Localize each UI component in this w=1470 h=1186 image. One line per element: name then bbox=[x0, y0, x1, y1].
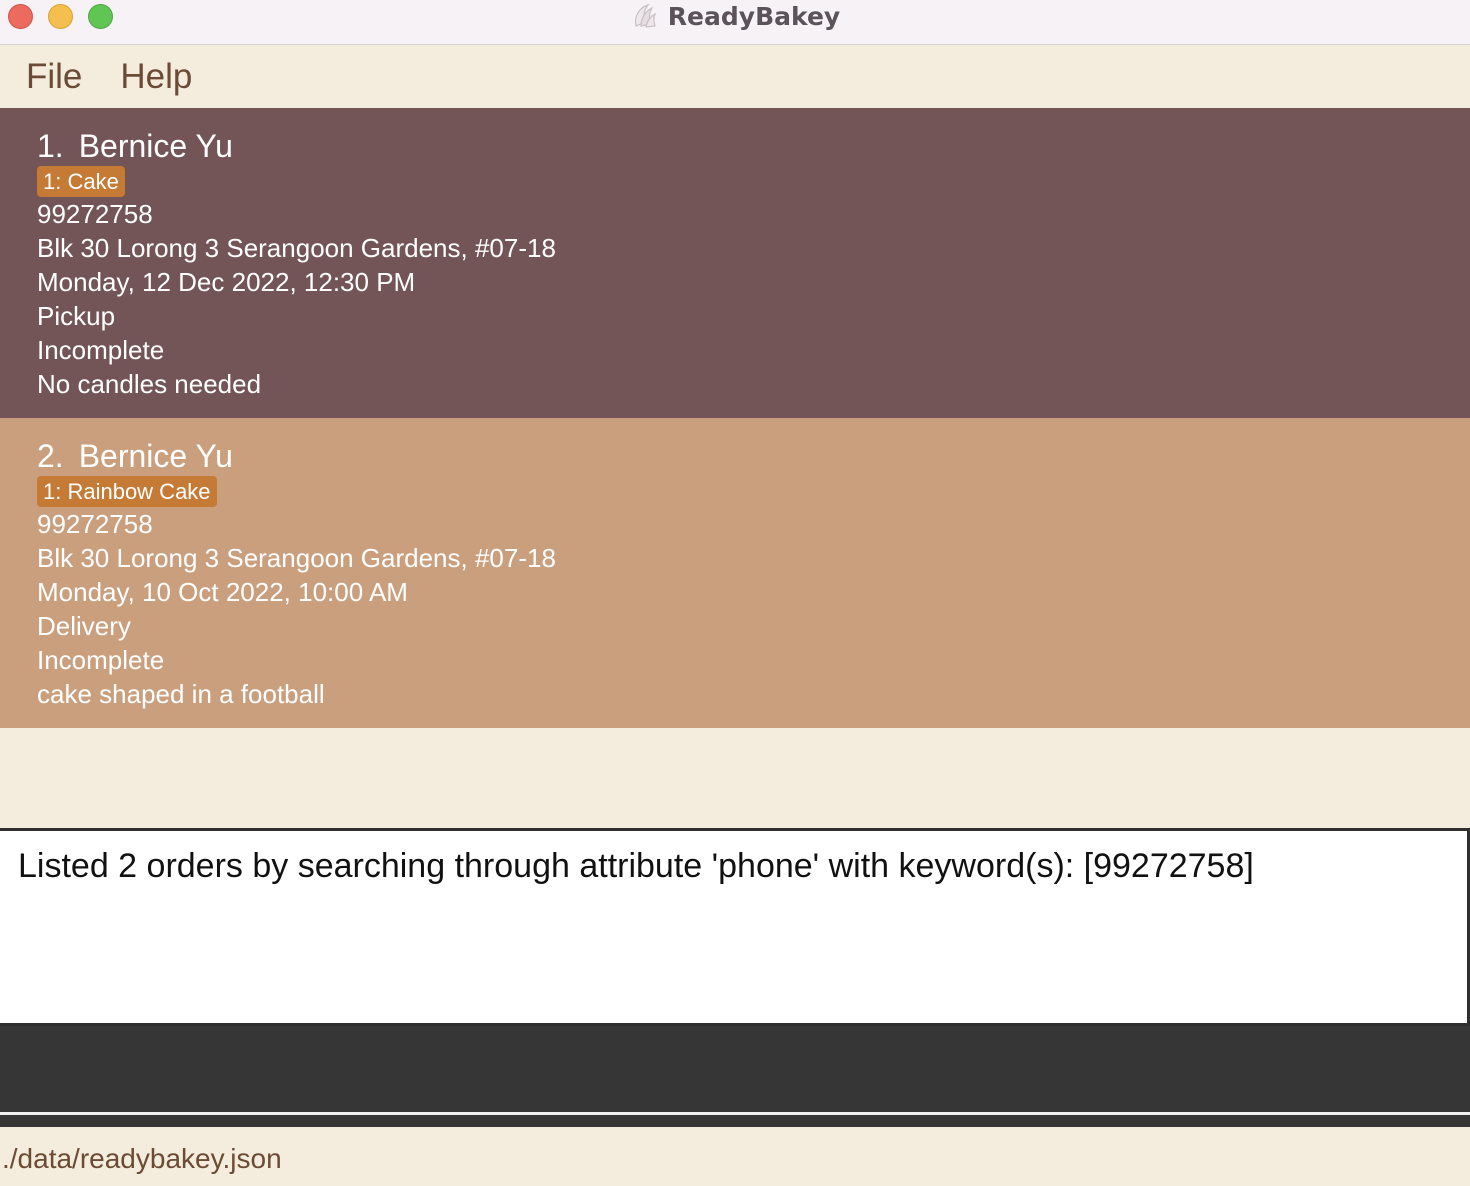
app-window: ReadyBakey File Help 1. Bernice Yu 1: Cak… bbox=[0, 0, 1470, 1186]
order-header: 2. Bernice Yu bbox=[37, 438, 233, 474]
result-display[interactable]: Listed 2 orders by searching through att… bbox=[0, 828, 1470, 1026]
order-list[interactable]: 1. Bernice Yu 1: Cake 99272758 Blk 30 Lor… bbox=[0, 108, 1470, 828]
title-bar: ReadyBakey bbox=[0, 0, 1470, 45]
order-header: 1. Bernice Yu bbox=[37, 128, 233, 164]
order-card[interactable]: 2. Bernice Yu 1: Rainbow Cake 99272758 Bl… bbox=[0, 418, 1470, 728]
window-title: ReadyBakey bbox=[667, 1, 841, 31]
order-phone: 99272758 bbox=[37, 199, 153, 229]
menu-file[interactable]: File bbox=[26, 57, 82, 97]
order-remark: cake shaped in a football bbox=[37, 679, 325, 709]
save-file-path: ./data/readybakey.json bbox=[2, 1143, 282, 1174]
order-item-tag: 1: Cake bbox=[37, 166, 125, 197]
croissant-icon bbox=[634, 3, 657, 28]
order-status: Incomplete bbox=[37, 645, 165, 675]
order-deadline: Monday, 12 Dec 2022, 12:30 PM bbox=[37, 267, 416, 297]
order-method: Delivery bbox=[37, 611, 131, 641]
order-remark: No candles needed bbox=[37, 369, 262, 399]
order-item-tag: 1: Rainbow Cake bbox=[37, 476, 217, 507]
order-status: Incomplete bbox=[37, 335, 165, 365]
order-index: 1. bbox=[37, 128, 64, 164]
order-deadline: Monday, 10 Oct 2022, 10:00 AM bbox=[37, 577, 408, 607]
menu-help[interactable]: Help bbox=[120, 57, 192, 97]
window-title-group: ReadyBakey bbox=[0, 0, 1470, 32]
command-box bbox=[0, 1026, 1470, 1112]
order-address: Blk 30 Lorong 3 Serangoon Gardens, #07-1… bbox=[37, 543, 556, 573]
order-customer-name: Bernice Yu bbox=[78, 128, 233, 164]
command-divider-shadow bbox=[0, 1115, 1470, 1127]
menu-bar: File Help bbox=[0, 46, 1470, 108]
order-address: Blk 30 Lorong 3 Serangoon Gardens, #07-1… bbox=[37, 233, 556, 263]
result-message: Listed 2 orders by searching through att… bbox=[18, 847, 1254, 885]
command-input[interactable] bbox=[0, 1026, 1470, 1110]
order-index: 2. bbox=[37, 438, 64, 474]
order-card[interactable]: 1. Bernice Yu 1: Cake 99272758 Blk 30 Lor… bbox=[0, 108, 1470, 418]
order-phone: 99272758 bbox=[37, 509, 153, 539]
order-customer-name: Bernice Yu bbox=[78, 438, 233, 474]
status-bar: ./data/readybakey.json bbox=[0, 1127, 1470, 1186]
order-method: Pickup bbox=[37, 301, 116, 331]
